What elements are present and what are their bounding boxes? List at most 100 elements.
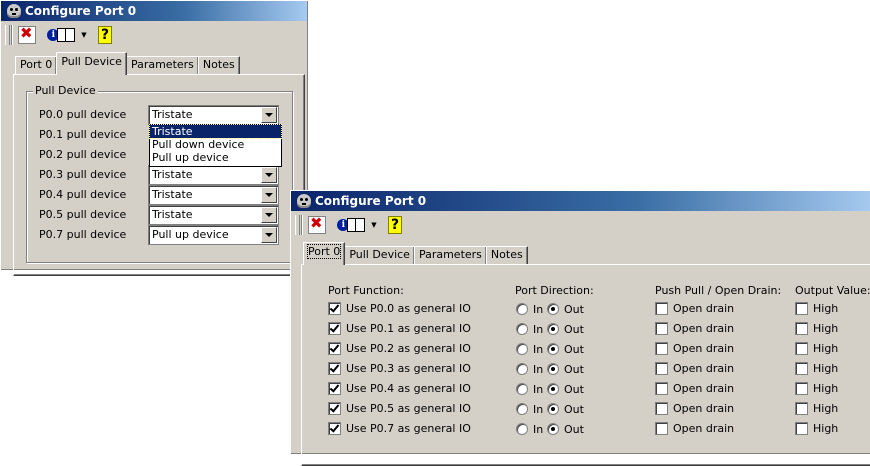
dropdown-option-pull-up[interactable]: Pull up device xyxy=(150,151,281,164)
output-value-header: Output Value: xyxy=(795,284,870,297)
chevron-down-icon[interactable] xyxy=(261,107,277,123)
use-general-io-checkbox[interactable] xyxy=(328,422,341,435)
direction-out-radio[interactable] xyxy=(547,383,559,395)
chevron-down-icon[interactable] xyxy=(261,227,277,243)
direction-in-label: In xyxy=(533,383,544,396)
app-skull-icon xyxy=(297,194,311,208)
direction-out-radio[interactable] xyxy=(547,423,559,435)
dropdown-option-pull-down[interactable]: Pull down device xyxy=(150,138,281,151)
close-button[interactable]: ✖ xyxy=(17,25,37,45)
direction-out-radio[interactable] xyxy=(547,363,559,375)
output-high-checkbox[interactable] xyxy=(795,362,808,375)
toolbar-grip[interactable] xyxy=(295,215,300,235)
close-button[interactable]: ✖ xyxy=(307,215,327,235)
output-high-checkbox[interactable] xyxy=(795,402,808,415)
direction-out-radio[interactable] xyxy=(547,303,559,315)
tab-notes[interactable]: Notes xyxy=(485,246,528,265)
chevron-down-icon[interactable] xyxy=(261,187,277,203)
open-drain-checkbox[interactable] xyxy=(655,362,668,375)
p0-3-pull-select[interactable]: Tristate xyxy=(148,165,279,185)
open-drain-checkbox[interactable] xyxy=(655,402,668,415)
open-drain-label: Open drain xyxy=(673,422,735,435)
direction-in-radio[interactable] xyxy=(516,383,528,395)
group-label: Pull Device xyxy=(33,84,98,97)
toolbar-grip[interactable] xyxy=(5,25,10,45)
dropdown-arrow-icon[interactable]: ▼ xyxy=(371,221,376,229)
open-drain-checkbox[interactable] xyxy=(655,382,668,395)
output-high-label: High xyxy=(813,302,839,315)
direction-in-label: In xyxy=(533,303,544,316)
title-bar[interactable]: Configure Port 0 xyxy=(1,1,307,21)
info-button[interactable]: i ▼ xyxy=(335,215,379,235)
tab-pull-device[interactable]: Pull Device xyxy=(56,52,127,75)
direction-in-radio[interactable] xyxy=(516,423,528,435)
p0-3-pull-label: P0.3 pull device xyxy=(39,168,127,181)
use-general-io-checkbox[interactable] xyxy=(328,362,341,375)
open-drain-label: Open drain xyxy=(673,322,735,335)
open-drain-checkbox[interactable] xyxy=(655,422,668,435)
use-general-io-label: Use P0.3 as general IO xyxy=(346,362,471,375)
output-high-checkbox[interactable] xyxy=(795,342,808,355)
use-general-io-checkbox[interactable] xyxy=(328,322,341,335)
direction-out-label: Out xyxy=(564,383,584,396)
tab-notes[interactable]: Notes xyxy=(197,56,240,75)
use-general-io-label: Use P0.4 as general IO xyxy=(346,382,471,395)
tab-pull-device[interactable]: Pull Device xyxy=(344,246,415,265)
toolbar-separator xyxy=(301,215,303,235)
direction-in-label: In xyxy=(533,363,544,376)
use-general-io-checkbox[interactable] xyxy=(328,342,341,355)
direction-out-radio[interactable] xyxy=(547,403,559,415)
output-high-label: High xyxy=(813,362,839,375)
p0-5-pull-select[interactable]: Tristate xyxy=(148,205,279,225)
help-button[interactable]: ? xyxy=(385,215,405,235)
port-row: Use P0.2 as general IO In Out Open drain Hig… xyxy=(291,338,870,358)
open-drain-label: Open drain xyxy=(673,342,735,355)
output-high-checkbox[interactable] xyxy=(795,322,808,335)
use-general-io-label: Use P0.1 as general IO xyxy=(346,322,471,335)
help-button[interactable]: ? xyxy=(95,25,115,45)
tab-port-0[interactable]: Port 0 xyxy=(15,56,58,75)
push-pull-header: Push Pull / Open Drain: xyxy=(655,284,782,297)
toolbar: ✖ i ▼ ? xyxy=(295,213,405,237)
info-button[interactable]: i ▼ xyxy=(45,25,89,45)
p0-4-pull-select[interactable]: Tristate xyxy=(148,185,279,205)
tab-port-0[interactable]: Port 0 xyxy=(303,242,346,265)
open-drain-checkbox[interactable] xyxy=(655,322,668,335)
use-general-io-checkbox[interactable] xyxy=(328,402,341,415)
output-high-label: High xyxy=(813,422,839,435)
chevron-down-icon[interactable] xyxy=(261,207,277,223)
dropdown-option-tristate[interactable]: Tristate xyxy=(149,124,282,139)
direction-in-radio[interactable] xyxy=(516,303,528,315)
output-high-checkbox[interactable] xyxy=(795,422,808,435)
chevron-down-icon[interactable] xyxy=(261,167,277,183)
direction-in-radio[interactable] xyxy=(516,323,528,335)
port-row: Use P0.3 as general IO In Out Open drain Hig… xyxy=(291,358,870,378)
direction-out-radio[interactable] xyxy=(547,323,559,335)
direction-out-radio[interactable] xyxy=(547,343,559,355)
open-drain-label: Open drain xyxy=(673,402,735,415)
tab-strip: Port 0 Pull Device Parameters Notes xyxy=(15,52,240,75)
pull-device-dropdown-list: Tristate Pull down device Pull up device xyxy=(149,124,282,167)
use-general-io-checkbox[interactable] xyxy=(328,382,341,395)
close-x-icon: ✖ xyxy=(18,25,36,44)
output-high-checkbox[interactable] xyxy=(795,302,808,315)
open-drain-label: Open drain xyxy=(673,362,735,375)
tab-parameters[interactable]: Parameters xyxy=(413,246,487,265)
title-bar[interactable]: Configure Port 0 xyxy=(291,191,870,211)
use-general-io-label: Use P0.7 as general IO xyxy=(346,422,471,435)
dropdown-arrow-icon[interactable]: ▼ xyxy=(81,31,86,39)
use-general-io-checkbox[interactable] xyxy=(328,302,341,315)
direction-in-radio[interactable] xyxy=(516,403,528,415)
p0-0-pull-select[interactable]: Tristate xyxy=(148,105,279,125)
tab-parameters[interactable]: Parameters xyxy=(125,56,199,75)
direction-in-radio[interactable] xyxy=(516,343,528,355)
direction-in-radio[interactable] xyxy=(516,363,528,375)
output-high-checkbox[interactable] xyxy=(795,382,808,395)
p0-1-pull-label: P0.1 pull device xyxy=(39,128,127,141)
output-high-label: High xyxy=(813,322,839,335)
port-row: Use P0.5 as general IO In Out Open drain Hig… xyxy=(291,398,870,418)
p0-7-pull-select[interactable]: Pull up device xyxy=(148,225,279,245)
open-drain-checkbox[interactable] xyxy=(655,342,668,355)
use-general-io-label: Use P0.2 as general IO xyxy=(346,342,471,355)
open-drain-checkbox[interactable] xyxy=(655,302,668,315)
